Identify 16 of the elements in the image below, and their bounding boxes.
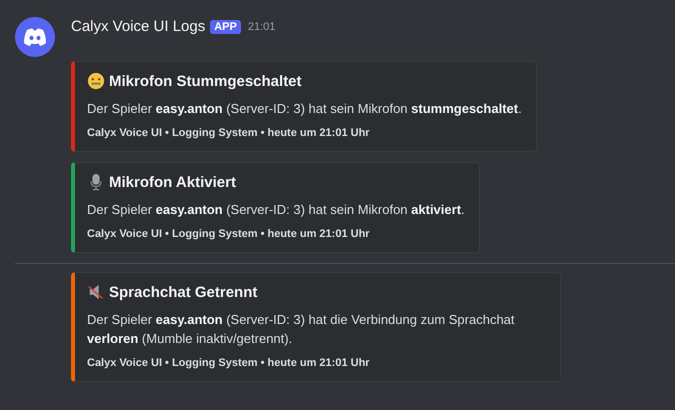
muted-speaker-icon — [87, 283, 105, 301]
bot-avatar[interactable] — [15, 17, 55, 57]
embed-footer: Calyx Voice UI • Logging System • heute um 21:01 Uhr — [87, 357, 546, 369]
message-time: 21:01 — [248, 20, 276, 32]
controller-logo-icon — [23, 28, 47, 46]
embed-footer: Calyx Voice UI • Logging System • heute um 21:01 Uhr — [87, 228, 465, 240]
embed-description: Der Spieler easy.anton (Server-ID: 3) hat sein Mikrofon stummgeschaltet. — [87, 100, 522, 118]
author-name[interactable]: Calyx Voice UI Logs — [71, 18, 206, 35]
app-tag: APP — [210, 20, 241, 34]
zipper-face-icon — [87, 72, 105, 90]
embed-description: Der Spieler easy.anton (Server-ID: 3) hat die Verbindung zum Sprachchat verloren (Mumble inaktiv/getrennt). — [87, 311, 516, 348]
embed-title: Mikrofon Stummgeschaltet — [109, 72, 302, 90]
embed-title: Mikrofon Aktiviert — [109, 174, 236, 190]
embed-title: Sprachchat Getrennt — [109, 284, 258, 300]
embed-description: Der Spieler easy.anton (Server-ID: 3) hat sein Mikrofon aktiviert. — [87, 201, 465, 219]
embed-footer: Calyx Voice UI • Logging System • heute um 21:01 Uhr — [87, 127, 522, 139]
